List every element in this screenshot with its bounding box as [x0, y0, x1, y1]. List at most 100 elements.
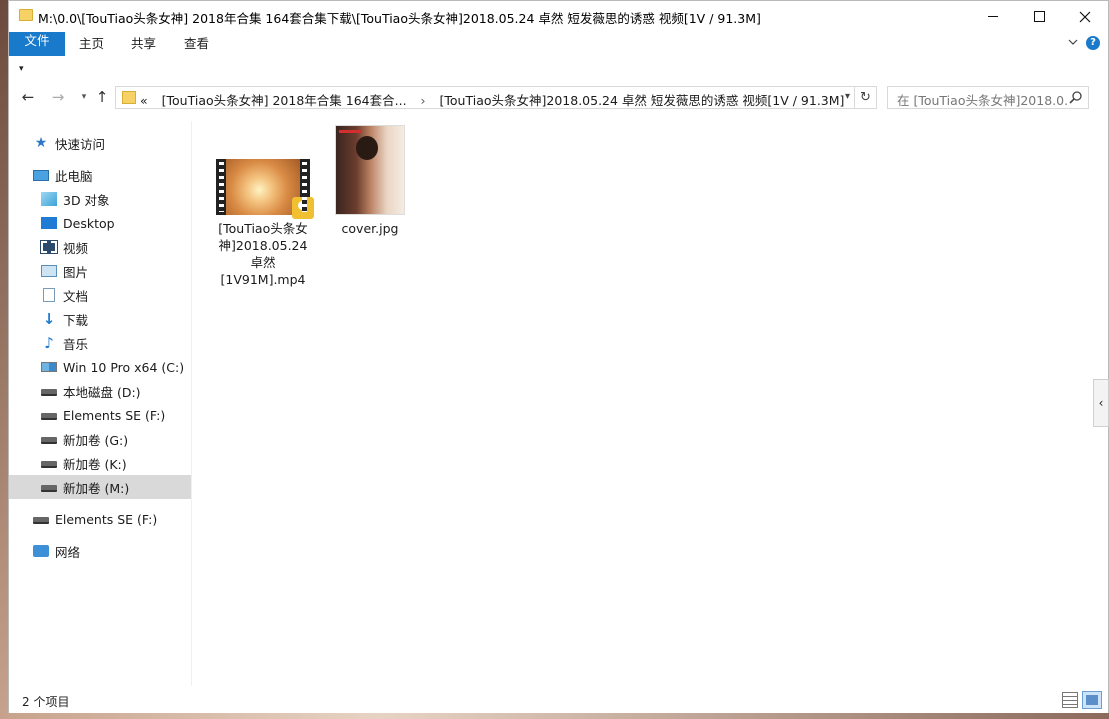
- navigation-pane: ★ 快速访问 此电脑 3D 对象 Desktop 视频 图片 文档 ↓ 下载 ♪…: [9, 121, 192, 686]
- sidebar-item-this-pc[interactable]: 此电脑: [9, 163, 191, 187]
- sidebar-item-desktop[interactable]: Desktop: [9, 211, 191, 235]
- sidebar-item-label: 此电脑: [55, 168, 93, 184]
- sidebar-item-drive-f[interactable]: Elements SE (F:): [9, 403, 191, 427]
- tab-view[interactable]: 查看: [170, 32, 223, 56]
- sidebar-item-downloads[interactable]: ↓ 下载: [9, 307, 191, 331]
- customize-toolbar-icon[interactable]: ▾: [19, 64, 24, 74]
- player-badge-icon: [292, 197, 314, 219]
- file-name: cover.jpg: [341, 221, 399, 236]
- maximize-button[interactable]: [1016, 1, 1062, 32]
- windows-drive-icon: [41, 362, 57, 372]
- file-item-video[interactable]: [TouTiao头条女 神]2018.05.24 卓然 [1V91M].mp4: [213, 159, 314, 288]
- search-box[interactable]: 在 [TouTiao头条女神]2018.0...: [887, 86, 1089, 109]
- back-button[interactable]: ←: [19, 88, 37, 106]
- tab-file[interactable]: 文件: [9, 32, 65, 56]
- sidebar-item-elements-se[interactable]: Elements SE (F:): [9, 507, 191, 531]
- sidebar-item-label: 新加卷 (M:): [63, 480, 130, 496]
- sidebar-item-documents[interactable]: 文档: [9, 283, 191, 307]
- sidebar-item-label: 下载: [63, 312, 89, 328]
- sidebar-item-label: 音乐: [63, 336, 89, 352]
- chevron-left-icon[interactable]: ‹: [1093, 379, 1109, 427]
- file-name-line: 卓然: [250, 255, 276, 270]
- sidebar-item-label: 3D 对象: [63, 192, 110, 208]
- sidebar-item-label: Elements SE (F:): [55, 511, 158, 527]
- breadcrumb-segment[interactable]: [TouTiao头条女神]2018.05.24 卓然 短发薇思的诱惑 视频[1V…: [440, 93, 845, 108]
- drive-icon: [41, 485, 57, 492]
- sidebar-item-label: 本地磁盘 (D:): [63, 384, 141, 400]
- recent-locations-button[interactable]: ▾: [75, 88, 93, 106]
- drive-icon: [41, 461, 57, 468]
- file-item-image[interactable]: cover.jpg: [333, 125, 407, 237]
- video-thumbnail: [216, 159, 314, 219]
- breadcrumb-separator[interactable]: ›: [421, 93, 426, 108]
- sidebar-item-label: Desktop: [63, 215, 115, 231]
- forward-button[interactable]: →: [49, 88, 67, 106]
- close-icon: [1079, 11, 1091, 22]
- up-button[interactable]: ↑: [93, 88, 111, 106]
- close-button[interactable]: [1062, 1, 1108, 32]
- file-name-line: [1V91M].mp4: [220, 272, 306, 287]
- computer-icon: [33, 169, 49, 181]
- details-view-icon[interactable]: [1062, 692, 1078, 708]
- sidebar-item-videos[interactable]: 视频: [9, 235, 191, 259]
- search-input[interactable]: 在 [TouTiao头条女神]2018.0...: [897, 90, 1067, 109]
- file-name-line: [TouTiao头条女: [218, 221, 308, 236]
- navigation-bar: ← → ▾ ↑ « [TouTiao头条女神] 2018年合集 164套合...…: [9, 80, 1108, 114]
- sidebar-item-label: 新加卷 (G:): [63, 432, 129, 448]
- sidebar-item-network[interactable]: 网络: [9, 539, 191, 563]
- sidebar-item-label: 视频: [63, 240, 89, 256]
- expand-ribbon-icon[interactable]: [1068, 37, 1078, 47]
- breadcrumb-segment[interactable]: [TouTiao头条女神] 2018年合集 164套合...: [162, 93, 407, 108]
- drive-icon: [41, 389, 57, 396]
- minimize-button[interactable]: [970, 1, 1016, 32]
- 3d-objects-icon: [41, 192, 57, 206]
- sidebar-item-label: 新加卷 (K:): [63, 456, 127, 472]
- address-bar[interactable]: « [TouTiao头条女神] 2018年合集 164套合... › [TouT…: [115, 86, 877, 109]
- tab-share[interactable]: 共享: [117, 32, 170, 56]
- sidebar-item-drive-c[interactable]: Win 10 Pro x64 (C:): [9, 355, 191, 379]
- sidebar-item-label: 网络: [55, 544, 81, 560]
- window-title: M:\0.0\[TouTiao头条女神] 2018年合集 164套合集下载\[T…: [38, 11, 761, 26]
- file-name-line: 神]2018.05.24: [218, 238, 308, 253]
- breadcrumb: « [TouTiao头条女神] 2018年合集 164套合... › [TouT…: [140, 90, 854, 109]
- network-icon: [33, 545, 49, 557]
- item-count: 2 个项目: [22, 695, 70, 709]
- large-icons-view-icon[interactable]: [1082, 691, 1102, 709]
- title-bar[interactable]: M:\0.0\[TouTiao头条女神] 2018年合集 164套合集下载\[T…: [9, 1, 1108, 32]
- sidebar-item-quick-access[interactable]: ★ 快速访问: [9, 131, 191, 155]
- status-bar: 2 个项目: [9, 689, 1108, 713]
- sidebar-item-label: 快速访问: [55, 136, 106, 152]
- folder-icon: [122, 91, 136, 104]
- sidebar-item-label: Win 10 Pro x64 (C:): [63, 359, 185, 375]
- breadcrumb-overflow[interactable]: «: [140, 93, 148, 108]
- quick-access-toolbar: ▾: [9, 56, 1108, 80]
- sidebar-item-pictures[interactable]: 图片: [9, 259, 191, 283]
- tab-home[interactable]: 主页: [65, 32, 118, 56]
- file-name: [TouTiao头条女 神]2018.05.24 卓然 [1V91M].mp4: [213, 220, 313, 288]
- sidebar-item-drive-g[interactable]: 新加卷 (G:): [9, 427, 191, 451]
- sidebar-item-label: 文档: [63, 288, 89, 304]
- sidebar-item-drive-d[interactable]: 本地磁盘 (D:): [9, 379, 191, 403]
- sidebar-item-label: Elements SE (F:): [63, 407, 166, 423]
- refresh-button[interactable]: ↻: [854, 87, 876, 108]
- drive-icon: [41, 413, 57, 420]
- document-icon: [43, 288, 55, 302]
- image-thumbnail: [335, 125, 405, 215]
- drive-icon: [41, 437, 57, 444]
- desktop-icon: [41, 217, 57, 229]
- ribbon-tabs: 文件 主页 共享 查看 ?: [9, 32, 1108, 56]
- address-dropdown-icon[interactable]: ▾: [845, 91, 850, 102]
- drive-icon: [33, 517, 49, 524]
- sidebar-item-label: 图片: [63, 264, 89, 280]
- download-icon: ↓: [42, 310, 56, 328]
- sidebar-item-drive-k[interactable]: 新加卷 (K:): [9, 451, 191, 475]
- sidebar-item-3d-objects[interactable]: 3D 对象: [9, 187, 191, 211]
- file-list[interactable]: [TouTiao头条女 神]2018.05.24 卓然 [1V91M].mp4 …: [193, 114, 1085, 686]
- sidebar-item-drive-m[interactable]: 新加卷 (M:): [9, 475, 191, 499]
- explorer-window: M:\0.0\[TouTiao头条女神] 2018年合集 164套合集下载\[T…: [8, 0, 1109, 713]
- search-icon: [1069, 91, 1082, 104]
- folder-icon: [19, 9, 33, 21]
- help-icon[interactable]: ?: [1086, 36, 1100, 50]
- video-icon: [40, 240, 58, 254]
- sidebar-item-music[interactable]: ♪ 音乐: [9, 331, 191, 355]
